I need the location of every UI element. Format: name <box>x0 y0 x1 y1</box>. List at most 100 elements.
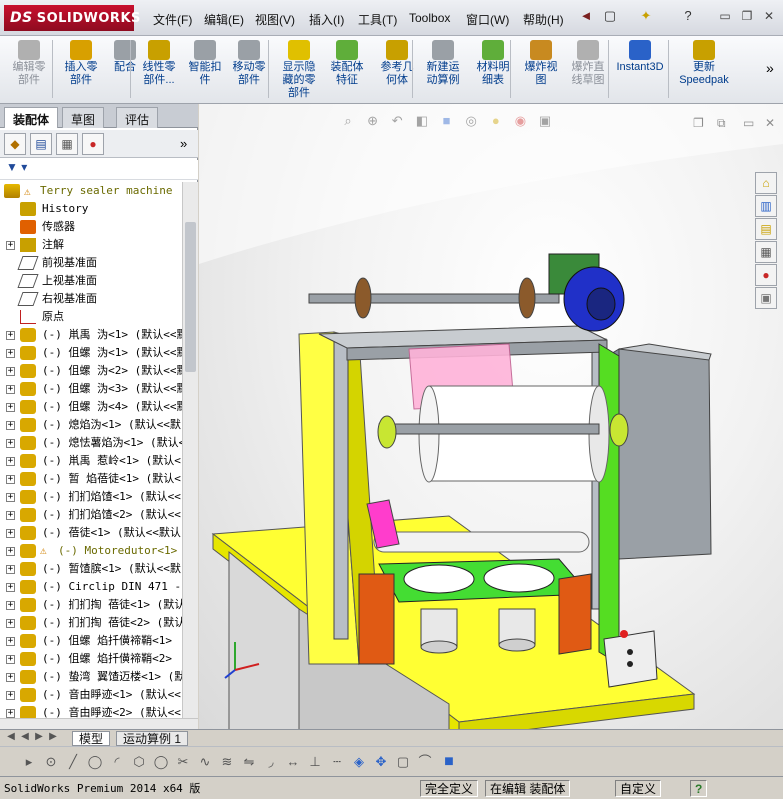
tab-sketch[interactable]: 草图 <box>62 107 105 128</box>
view-palette-icon[interactable]: ▦ <box>755 241 777 263</box>
appearances-icon[interactable]: ● <box>755 264 777 286</box>
tree-item[interactable]: + (-) 伹螺 沩<2> (默认<<默 <box>0 362 182 380</box>
ribbon-button-move-component[interactable]: 移动零 部件 <box>224 38 274 100</box>
menu-view[interactable]: 视图(V) <box>255 11 295 28</box>
circle-icon[interactable]: ◯ <box>86 753 104 771</box>
restore-icon[interactable]: ❐ <box>738 8 756 24</box>
offset-icon[interactable]: ≋ <box>218 753 236 771</box>
ribbon-button-exploded-view[interactable]: 爆炸视图 <box>516 38 566 100</box>
minimize-icon[interactable]: ▭ <box>716 8 734 24</box>
expand-icon[interactable]: + <box>6 349 15 358</box>
point-icon[interactable]: ⊙ <box>42 753 60 771</box>
fillet-icon[interactable]: ◞ <box>262 753 280 771</box>
expand-icon[interactable]: + <box>6 457 15 466</box>
tab-assembly[interactable]: 装配体 <box>4 107 59 128</box>
ribbon-button-edit-component[interactable]: 编辑零 部件 <box>4 38 54 100</box>
tree-vertical-scrollbar[interactable] <box>182 182 198 718</box>
expand-icon[interactable]: + <box>6 565 15 574</box>
filter-icon[interactable]: ▼ ▾ <box>6 160 27 174</box>
dimension-icon[interactable]: ↔ <box>284 753 302 771</box>
rectangle-icon[interactable]: ▢ <box>394 753 412 771</box>
expand-icon[interactable]: + <box>6 601 15 610</box>
tree-item[interactable]: + (-) 熄怯薯焰沩<1> (默认< <box>0 434 182 452</box>
ribbon-button-reference-geometry[interactable]: 参考几 何体 <box>372 38 422 100</box>
tab-evaluate[interactable]: 评估 <box>116 107 159 128</box>
tree-item[interactable]: 传感器 <box>0 218 182 236</box>
tree-item[interactable]: + ⚠ (-) Motoredutor<1> ( <box>0 542 182 560</box>
trim-icon[interactable]: ✂ <box>174 753 192 771</box>
tree-item[interactable]: + (-) 扪扪焰馇<1> (默认<< <box>0 488 182 506</box>
arc-icon[interactable]: ◜ <box>108 753 126 771</box>
3d-view-icon[interactable]: ■ <box>440 753 458 771</box>
tree-item[interactable]: + (-) 扪扪掏 蓓徒<1> (默认 <box>0 596 182 614</box>
tree-item[interactable]: + (-) 扪扪焰馇<2> (默认<< <box>0 506 182 524</box>
configuration-manager-icon[interactable]: ▦ <box>56 133 78 155</box>
mirror-icon[interactable]: ⇋ <box>240 753 258 771</box>
expand-icon[interactable]: + <box>6 547 15 556</box>
ribbon-button-motion-study[interactable]: 新建运 动算例 <box>418 38 468 100</box>
expand-icon[interactable]: + <box>6 529 15 538</box>
tab-model[interactable]: 模型 <box>72 731 111 746</box>
menu-insert[interactable]: 插入(I) <box>309 11 344 28</box>
ribbon-button-instant3d[interactable]: Instant3D <box>612 38 668 100</box>
tab-nav-last-icon[interactable]: ▶ <box>44 728 62 746</box>
expand-icon[interactable]: + <box>6 403 15 412</box>
menu-toolbox[interactable]: Toolbox <box>409 11 450 25</box>
expand-icon[interactable]: + <box>6 385 15 394</box>
expand-icon[interactable]: + <box>6 439 15 448</box>
assembly-model[interactable] <box>199 104 783 744</box>
expand-icon[interactable]: + <box>6 331 15 340</box>
tree-item[interactable]: 上视基准面 <box>0 272 182 290</box>
spline-icon[interactable]: ∿ <box>196 753 214 771</box>
menu-tools[interactable]: 工具(T) <box>358 11 397 28</box>
design-library-icon[interactable]: ▥ <box>755 195 777 217</box>
expand-icon[interactable]: + <box>6 421 15 430</box>
tree-item[interactable]: + (-) 鼡禹 惹岭<1> (默认< <box>0 452 182 470</box>
tree-item[interactable]: + (-) 扪扪掏 蓓徒<2> (默认 <box>0 614 182 632</box>
tree-item[interactable]: + 注解 <box>0 236 182 254</box>
ribbon-button-smart-fastener[interactable]: 智能扣件 <box>180 38 230 100</box>
expand-icon[interactable]: + <box>6 619 15 628</box>
tree-item[interactable]: + (-) 伹螺 沩<1> (默认<<默 <box>0 344 182 362</box>
tree-item[interactable]: + (-) 鼡禹 沩<1> (默认<<默 <box>0 326 182 344</box>
tree-item[interactable]: + (-) 音由睜迹<1> (默认<< <box>0 686 182 704</box>
slot-icon[interactable]: ◯ <box>152 753 170 771</box>
tree-item[interactable]: + (-) Circlip DIN 471 - 2 <box>0 578 182 596</box>
expand-icon[interactable]: + <box>6 367 15 376</box>
tree-item[interactable]: + (-) 音由睜迹<2> (默认<< <box>0 704 182 718</box>
tab-motion-study[interactable]: 运动算例 1 <box>116 731 189 746</box>
tree-item[interactable]: + (-) 蛰湾 翼馇迈楼<1> (默 <box>0 668 182 686</box>
file-explorer-icon[interactable]: ▤ <box>755 218 777 240</box>
menu-window[interactable]: 窗口(W) <box>466 11 509 28</box>
expand-icon[interactable]: + <box>6 511 15 520</box>
ribbon-button-show-hidden[interactable]: 显示隐 藏的零 部件 <box>274 38 324 100</box>
scroll-thumb[interactable] <box>185 222 196 372</box>
ribbon-button-insert-component[interactable]: 插入零 部件 <box>56 38 106 100</box>
expand-icon[interactable]: + <box>6 583 15 592</box>
expand-icon[interactable]: + <box>6 691 15 700</box>
expand-icon[interactable]: + <box>6 241 15 250</box>
tree-item[interactable]: 右视基准面 <box>0 290 182 308</box>
tree-item[interactable]: + (-) 暂馇膑<1> (默认<<默 <box>0 560 182 578</box>
expand-icon[interactable]: + <box>6 673 15 682</box>
help-status-icon[interactable]: ? <box>690 780 708 797</box>
tree-item[interactable]: + (-) 蓓徒<1> (默认<<默认 <box>0 524 182 542</box>
tree-item[interactable]: + (-) 伹螺 焰扦僙禘鞘<2> <box>0 650 182 668</box>
tree-item[interactable]: 前视基准面 <box>0 254 182 272</box>
display-manager-icon[interactable]: ● <box>82 133 104 155</box>
tree-item[interactable]: + (-) 伹螺 沩<3> (默认<<默 <box>0 380 182 398</box>
help-icon[interactable]: ? <box>680 8 696 24</box>
sketch-icon[interactable]: ▸ <box>20 753 38 771</box>
ribbon-button-explode-line[interactable]: 爆炸直 线草图 <box>563 38 613 100</box>
polygon-icon[interactable]: ⬡ <box>130 753 148 771</box>
expand-icon[interactable]: + <box>6 709 15 718</box>
feature-manager-icon[interactable]: ◆ <box>4 133 26 155</box>
tree-item[interactable]: + (-) 熄焰沩<1> (默认<<默 <box>0 416 182 434</box>
expand-icon[interactable]: + <box>6 493 15 502</box>
menu-file[interactable]: 文件(F) <box>153 11 192 28</box>
home-icon[interactable]: ⌂ <box>755 172 777 194</box>
tree-root[interactable]: ⚠ Terry sealer machine <box>0 182 182 200</box>
property-manager-icon[interactable]: ▤ <box>30 133 52 155</box>
line-icon[interactable]: ╱ <box>64 753 82 771</box>
menu-help[interactable]: 帮助(H) <box>523 11 564 28</box>
